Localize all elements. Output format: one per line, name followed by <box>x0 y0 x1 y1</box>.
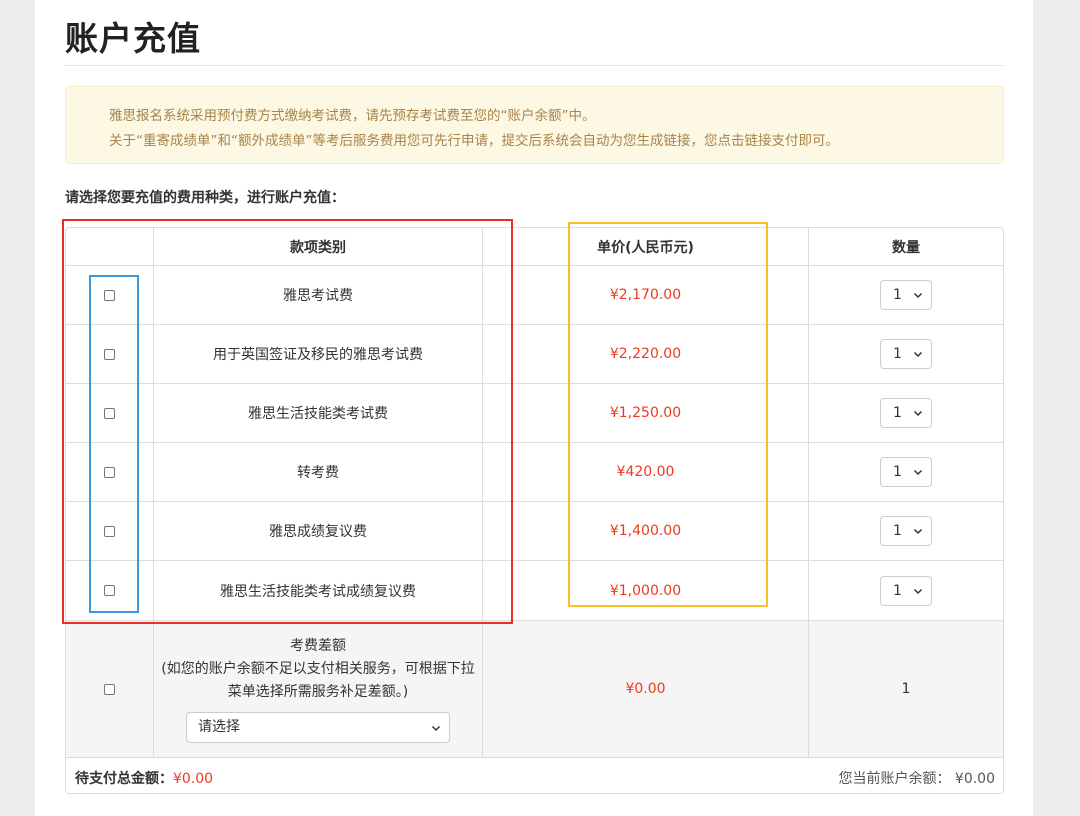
table-row: 转考费 ¥420.00 1 <box>66 443 1003 502</box>
quantity-value: 1 <box>893 582 902 599</box>
fee-difference-row: 考费差额 (如您的账户余额不足以支付相关服务，可根据下拉菜单选择所需服务补足差额… <box>66 621 1003 758</box>
chevron-down-icon <box>913 588 923 594</box>
fee-difference-quantity: 1 <box>901 681 911 697</box>
row-checkbox[interactable] <box>104 585 115 596</box>
fee-price: ¥2,170.00 <box>483 266 809 324</box>
title-divider <box>65 65 1004 66</box>
fee-difference-description: (如您的账户余额不足以支付相关服务，可根据下拉菜单选择所需服务补足差额。) <box>161 661 475 700</box>
row-checkbox[interactable] <box>104 525 115 537</box>
chevron-down-icon <box>913 292 923 299</box>
fee-difference-title: 考费差额 <box>290 638 346 654</box>
service-select-value: 请选择 <box>198 719 240 735</box>
notice-line-2: 关于“重寄成绩单”和“额外成绩单”等考后服务费用您可先行申请，提交后系统会自动为… <box>109 133 839 149</box>
quantity-value: 1 <box>893 405 902 421</box>
header-category: 款项类别 <box>154 228 483 265</box>
table-row: 用于英国签证及移民的雅思考试费 ¥2,220.00 1 <box>66 325 1003 384</box>
quantity-select[interactable]: 1 <box>880 280 932 310</box>
header-select <box>66 228 154 265</box>
chevron-down-icon <box>431 725 441 731</box>
fee-name: 转考费 <box>154 443 483 501</box>
table-header-row: 款项类别 单价(人民币元) 数量 <box>66 228 1003 266</box>
fee-price: ¥1,250.00 <box>483 384 809 442</box>
recharge-page: 账户充值 雅思报名系统采用预付费方式缴纳考试费，请先预存考试费至您的“账户余额”… <box>35 0 1033 816</box>
row-checkbox[interactable] <box>104 466 115 478</box>
account-balance: 您当前账户余额： ¥0.00 <box>838 771 995 787</box>
quantity-value: 1 <box>893 346 902 362</box>
notice-box: 雅思报名系统采用预付费方式缴纳考试费，请先预存考试费至您的“账户余额”中。 关于… <box>65 86 1004 164</box>
fee-price: ¥1,000.00 <box>483 561 809 620</box>
quantity-select[interactable]: 1 <box>880 339 932 369</box>
fee-difference-price: ¥0.00 <box>483 621 809 757</box>
quantity-value: 1 <box>893 287 902 303</box>
instruction-text: 请选择您要充值的费用种类，进行账户充值： <box>65 190 345 206</box>
quantity-select[interactable]: 1 <box>880 457 932 487</box>
chevron-down-icon <box>913 528 923 535</box>
quantity-select[interactable]: 1 <box>880 516 932 546</box>
fee-price: ¥2,220.00 <box>483 325 809 383</box>
header-quantity: 数量 <box>892 239 920 256</box>
chevron-down-icon <box>913 351 923 358</box>
fee-name: 雅思考试费 <box>154 266 483 324</box>
chevron-down-icon <box>913 410 923 417</box>
row-checkbox[interactable] <box>104 683 115 695</box>
notice-line-1: 雅思报名系统采用预付费方式缴纳考试费，请先预存考试费至您的“账户余额”中。 <box>109 108 596 124</box>
table-row: 雅思生活技能类考试费 ¥1,250.00 1 <box>66 384 1003 443</box>
fee-name: 用于英国签证及移民的雅思考试费 <box>154 325 483 383</box>
chevron-down-icon <box>913 469 923 476</box>
page-title: 账户充值 <box>65 19 201 58</box>
table-row: 雅思考试费 ¥2,170.00 1 <box>66 266 1003 325</box>
fee-name: 雅思成绩复议费 <box>154 502 483 560</box>
quantity-value: 1 <box>893 464 902 480</box>
fee-price: ¥1,400.00 <box>483 502 809 560</box>
quantity-select[interactable]: 1 <box>880 398 932 428</box>
quantity-value: 1 <box>893 523 902 539</box>
row-checkbox[interactable] <box>104 348 115 360</box>
service-select[interactable]: 请选择 <box>186 712 450 743</box>
fee-price: ¥420.00 <box>483 443 809 501</box>
header-price: 单价(人民币元) <box>483 228 809 265</box>
fee-name: 雅思生活技能类考试费 <box>154 384 483 442</box>
total-amount: ¥0.00 <box>173 771 214 787</box>
row-checkbox[interactable] <box>104 289 115 301</box>
fee-table: 款项类别 单价(人民币元) 数量 雅思考试费 ¥2,170.00 1 用于英国签… <box>65 227 1004 794</box>
table-row: 雅思生活技能类考试成绩复议费 ¥1,000.00 1 <box>66 561 1003 621</box>
total-label: 待支付总金额： <box>75 771 173 787</box>
quantity-select[interactable]: 1 <box>880 575 932 606</box>
fee-name: 雅思生活技能类考试成绩复议费 <box>154 561 483 620</box>
table-footer: 待支付总金额：¥0.00 您当前账户余额： ¥0.00 <box>66 758 1003 793</box>
table-row: 雅思成绩复议费 ¥1,400.00 1 <box>66 502 1003 561</box>
row-checkbox[interactable] <box>104 407 115 419</box>
